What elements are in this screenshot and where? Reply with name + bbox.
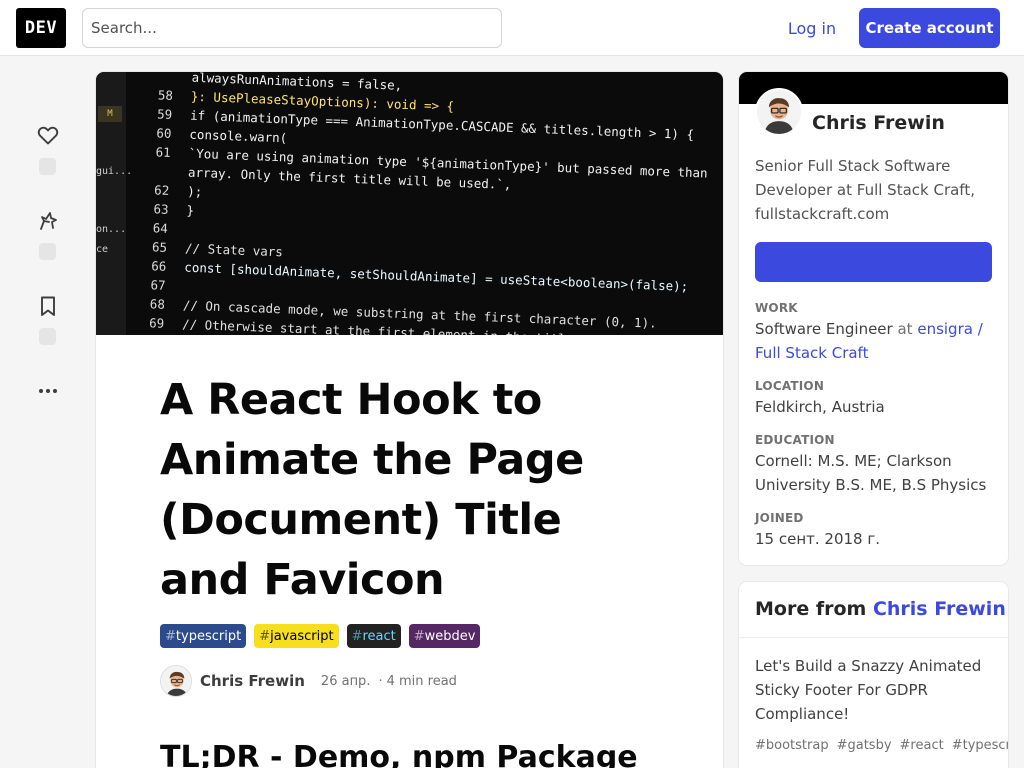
more-from-post-link[interactable]: Let's Build a Snazzy Animated Sticky Foo… — [755, 654, 985, 726]
tag-bootstrap[interactable]: #bootstrap — [755, 738, 829, 753]
more-options-icon — [36, 379, 60, 407]
article-tags: # typescript # javascript # react # webdev — [160, 624, 481, 648]
more-from-prefix: More from — [755, 598, 867, 620]
gutter-marker: M — [98, 106, 122, 122]
work-at: at — [897, 320, 913, 338]
tag-label: react — [362, 628, 396, 644]
unicorn-reaction-button[interactable] — [30, 205, 66, 241]
article-title: A React Hook to Animate the Page (Docume… — [160, 375, 584, 605]
follow-button[interactable] — [755, 242, 992, 282]
work-value: Software Engineer at ensigra / Full Stac… — [755, 317, 995, 365]
line-number: 69 — [148, 315, 165, 331]
line-number: 64 — [152, 220, 169, 236]
search-input[interactable] — [82, 8, 502, 48]
more-options-button[interactable] — [30, 375, 66, 411]
cover-image: alwaysRunAnimations = false, 58}: UsePlea… — [96, 72, 723, 335]
section-heading: TL;DR - Demo, npm Package — [160, 740, 638, 768]
line-number: 68 — [149, 296, 166, 312]
line-number: 58 — [157, 87, 174, 103]
line-code: console.warn( — [189, 126, 288, 146]
location-label: LOCATION — [755, 379, 825, 393]
tag-gatsby[interactable]: #gatsby — [837, 738, 892, 753]
line-number: 61 — [155, 144, 172, 160]
line-code: ); — [186, 183, 203, 200]
line-number: 65 — [151, 239, 168, 255]
gutter-label: gui... — [96, 166, 133, 177]
line-code: } — [186, 202, 195, 218]
line-code: // State vars — [184, 240, 284, 260]
read-time: 4 min read — [386, 673, 457, 689]
tag-hash: # — [413, 628, 425, 644]
article-author: Chris Frewin 26 апр. · 4 min read — [160, 665, 457, 697]
author-name[interactable]: Chris Frewin — [200, 672, 305, 690]
tag-react[interactable]: #react — [346, 624, 401, 648]
cover-code: alwaysRunAnimations = false, 58}: UsePlea… — [96, 72, 723, 335]
heart-icon — [36, 123, 60, 151]
tag-label: webdev — [424, 628, 476, 644]
more-from-post-tags: #bootstrap #gatsby #react #typescript — [755, 734, 1008, 758]
line-number: 62 — [153, 182, 170, 198]
education-label: EDUCATION — [755, 433, 835, 447]
line-number: 59 — [156, 106, 173, 122]
login-link[interactable]: Log in — [774, 8, 850, 48]
tag-hash: # — [165, 628, 176, 644]
heart-reaction-button[interactable] — [30, 119, 66, 155]
education-value: Cornell: M.S. ME; Clarkson University B.… — [755, 452, 987, 494]
profile-name[interactable]: Chris Frewin — [812, 112, 945, 134]
article-card: alwaysRunAnimations = false, 58}: UsePlea… — [96, 72, 723, 768]
joined-value: 15 сент. 2018 г. — [755, 530, 881, 548]
editor-gutter: M gui... on... ce — [96, 72, 132, 335]
more-from-title: More from Chris Frewin — [755, 598, 1006, 620]
meta-separator: · — [378, 673, 383, 689]
more-from-header: More from Chris Frewin — [739, 582, 1008, 638]
dev-logo[interactable]: DEV — [16, 8, 66, 48]
bookmark-button[interactable] — [30, 290, 66, 326]
tag-hash: # — [259, 628, 271, 644]
work-label: WORK — [755, 301, 798, 315]
heart-count — [39, 158, 56, 175]
line-number: 66 — [151, 258, 167, 274]
tag-label: typescript — [175, 628, 242, 644]
post-date: 26 апр. — [320, 673, 371, 689]
tag-javascript[interactable]: # javascript — [254, 624, 339, 648]
avatar[interactable] — [160, 665, 192, 697]
tag-typescript[interactable]: #typescript — [952, 738, 1008, 753]
bookmark-icon — [36, 294, 60, 322]
gutter-label: ce — [96, 244, 109, 255]
create-account-button[interactable]: Create account — [859, 8, 1000, 48]
line-number: 67 — [150, 277, 166, 293]
avatar[interactable] — [755, 88, 803, 136]
location-value: Feldkirch, Austria — [755, 398, 885, 416]
more-from-card: More from Chris Frewin Let's Build a Sna… — [739, 582, 1008, 768]
profile-bio: Senior Full Stack Software Developer at … — [755, 157, 975, 223]
line-number — [146, 163, 170, 164]
tag-label: javascript — [270, 628, 334, 644]
gutter-label: on... — [96, 224, 127, 235]
tag-hash: # — [351, 628, 363, 644]
tag-webdev[interactable]: # webdev — [408, 624, 481, 648]
more-from-author-link[interactable]: Chris Frewin — [873, 598, 1006, 620]
bookmark-count — [39, 328, 56, 345]
tag-react[interactable]: #react — [900, 738, 944, 753]
line-number: 70 — [139, 334, 164, 335]
top-navbar: DEV Log in Create account — [0, 0, 1024, 56]
line-number: 63 — [153, 201, 169, 217]
author-profile-card: Chris Frewin Senior Full Stack Software … — [739, 72, 1008, 565]
work-title: Software Engineer — [755, 320, 893, 338]
unicorn-count — [39, 243, 56, 260]
unicorn-icon — [36, 209, 60, 237]
tag-typescript[interactable]: #typescript — [160, 624, 247, 648]
joined-label: JOINED — [755, 511, 804, 525]
line-number: 60 — [156, 125, 172, 141]
